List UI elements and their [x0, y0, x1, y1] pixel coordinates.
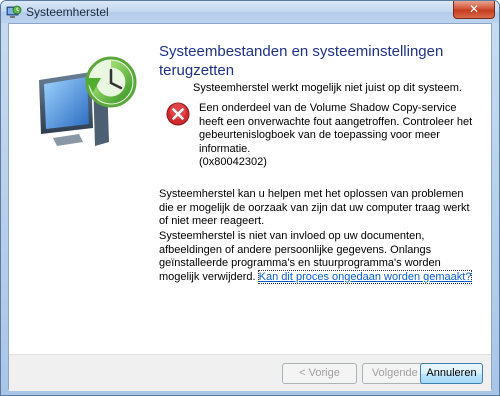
page-title: Systeembestanden en systeeminstellingen … [159, 43, 444, 79]
cancel-button[interactable]: Annuleren [420, 363, 483, 384]
info-paragraph-1: Systeemherstel kan u helpen met het oplo… [159, 188, 470, 227]
info-paragraph-2: Systeemherstel is niet van invloed op uw… [159, 230, 479, 284]
previous-button[interactable]: < Vorige [282, 363, 357, 384]
intro-text: Systeemherstel werkt mogelijk niet juist… [193, 82, 462, 94]
dialog-content: Systeembestanden en systeeminstellingen … [8, 23, 492, 391]
window-title: Systeemherstel [26, 5, 109, 19]
close-button[interactable]: ✕ [453, 1, 495, 19]
system-restore-window: Systeemherstel ✕ Systeembestanden en sys… [0, 0, 500, 396]
title-bar[interactable]: Systeemherstel ✕ [1, 1, 499, 23]
system-restore-icon [6, 5, 22, 18]
error-icon [166, 102, 190, 126]
error-message: Een onderdeel van de Volume Shadow Copy-… [199, 102, 473, 168]
system-restore-computer-icon [39, 56, 137, 146]
button-bar: < Vorige Volgende > Annuleren [9, 354, 491, 391]
undo-help-link[interactable]: Kan dit proces ongedaan worden gemaakt? [257, 269, 473, 284]
